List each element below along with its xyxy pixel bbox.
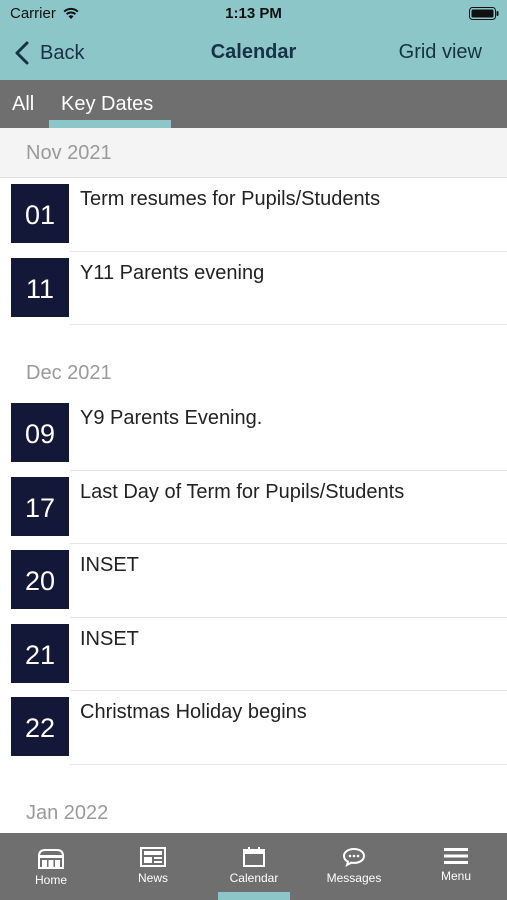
tab-bar-label: Calendar — [229, 871, 279, 885]
event-title: Y9 Parents Evening. — [80, 407, 263, 429]
calendar-tabs: All Key Dates — [0, 80, 507, 128]
event-list[interactable]: Nov 2021 01 Term resumes for Pupils/Stud… — [0, 128, 507, 833]
event-row[interactable]: 11 Y11 Parents evening — [0, 252, 507, 325]
news-icon — [140, 847, 166, 867]
date-badge: 01 — [11, 184, 69, 243]
date-badge: 20 — [11, 550, 69, 609]
event-title: Last Day of Term for Pupils/Students — [80, 480, 405, 503]
active-tab-indicator — [218, 892, 290, 900]
date-badge: 22 — [11, 697, 69, 756]
home-icon — [38, 849, 64, 869]
date-badge: 09 — [11, 403, 69, 462]
tab-bar-label: News — [137, 871, 168, 885]
tab-bar-menu[interactable]: Menu — [425, 833, 487, 900]
back-label: Back — [40, 41, 85, 64]
tab-bar-home[interactable]: Home — [20, 833, 82, 900]
date-badge: 21 — [11, 623, 69, 683]
tab-bar-news[interactable]: News — [122, 833, 184, 900]
back-button[interactable]: Back — [14, 38, 84, 68]
date-badge: 11 — [11, 257, 69, 317]
battery-icon — [469, 7, 499, 20]
calendar-icon — [243, 847, 265, 867]
menu-icon — [444, 848, 468, 864]
month-header: Nov 2021 — [0, 128, 507, 178]
event-title: INSET — [80, 627, 139, 650]
grid-view-button[interactable]: Grid view — [399, 41, 482, 64]
bottom-tab-bar: Home News Calendar Messages Menu — [0, 833, 507, 900]
tab-bar-label: Messages — [326, 871, 382, 885]
row-divider — [70, 763, 507, 765]
tab-key-dates[interactable]: Key Dates — [61, 93, 153, 116]
event-row[interactable]: 22 Christmas Holiday begins — [0, 691, 507, 765]
tab-bar-messages[interactable]: Messages — [322, 833, 386, 900]
date-badge: 17 — [11, 476, 69, 536]
event-row[interactable]: 21 INSET — [0, 618, 507, 691]
tab-all[interactable]: All — [12, 93, 34, 116]
clock: 1:13 PM — [225, 5, 282, 22]
event-row[interactable]: 20 INSET — [0, 544, 507, 618]
chevron-left-icon — [15, 41, 29, 65]
event-title: Term resumes for Pupils/Students — [80, 188, 381, 210]
event-title: Christmas Holiday begins — [80, 701, 307, 723]
event-title: Y11 Parents evening — [80, 261, 265, 284]
month-header: Jan 2022 — [0, 764, 507, 833]
event-row[interactable]: 09 Y9 Parents Evening. — [0, 397, 507, 471]
status-bar: Carrier 1:13 PM — [0, 0, 507, 28]
event-row[interactable]: 01 Term resumes for Pupils/Students — [0, 178, 507, 252]
tab-bar-label: Home — [34, 873, 67, 887]
event-title: INSET — [80, 554, 139, 576]
month-header: Dec 2021 — [0, 325, 507, 397]
selected-tab-indicator — [49, 120, 171, 128]
tab-bar-calendar[interactable]: Calendar — [218, 833, 290, 900]
row-divider — [70, 324, 507, 325]
event-row[interactable]: 17 Last Day of Term for Pupils/Students — [0, 471, 507, 544]
nav-bar: Back Calendar Grid view — [0, 28, 507, 80]
tab-bar-label: Menu — [440, 869, 472, 883]
messages-icon — [342, 847, 366, 867]
